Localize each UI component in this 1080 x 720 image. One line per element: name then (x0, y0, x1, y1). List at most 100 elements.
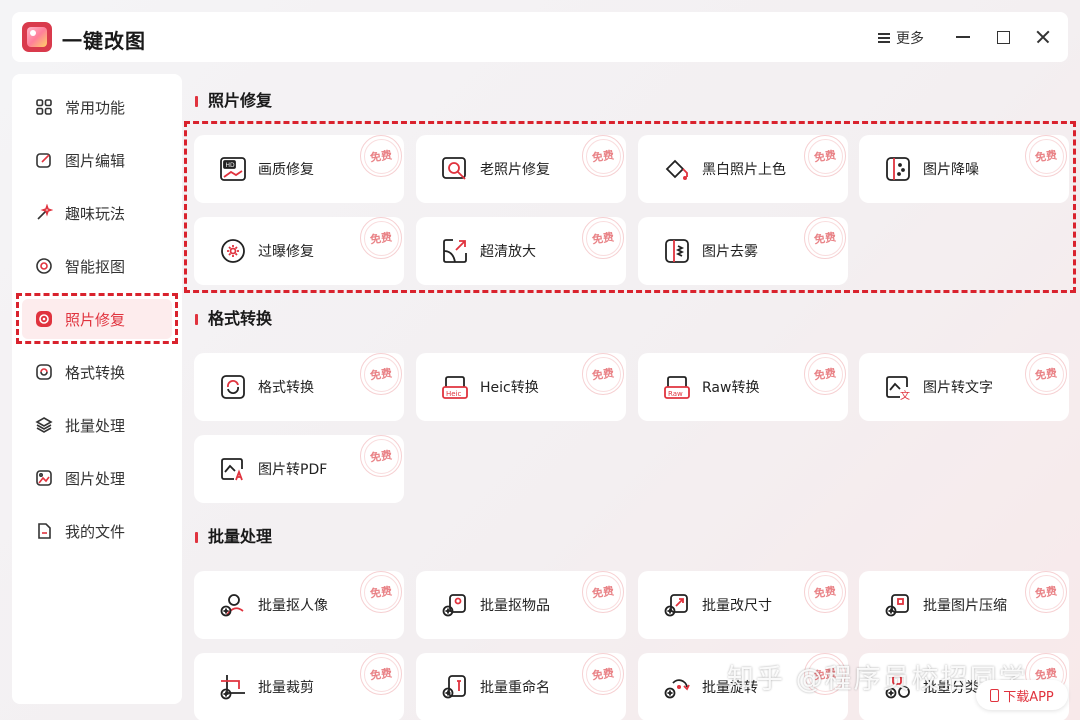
card-batch-crop[interactable]: 批量裁剪 免费 (194, 653, 404, 720)
sidebar-item-edit[interactable]: 图片编辑 (22, 140, 172, 180)
card-label: 黑白照片上色 (702, 162, 786, 178)
download-app-button[interactable]: 下载APP (976, 680, 1068, 710)
app-title: 一键改图 (62, 29, 146, 53)
raw-icon: Raw (662, 372, 692, 402)
sparkle-icon (35, 204, 53, 222)
hd-icon: HD (218, 154, 248, 184)
card-raw-convert[interactable]: Raw Raw转换 免费 (638, 353, 848, 421)
card-batch-object[interactable]: 批量抠物品 免费 (416, 571, 626, 639)
sidebar-item-common[interactable]: 常用功能 (22, 87, 172, 127)
batch-portrait-icon (218, 590, 248, 620)
file-icon (35, 522, 53, 540)
upscale-icon (440, 236, 470, 266)
card-format-convert[interactable]: 格式转换 免费 (194, 353, 404, 421)
card-label: 批量图片压缩 (923, 598, 1007, 614)
sidebar-item-label: 批量处理 (65, 416, 126, 435)
card-label: 画质修复 (258, 162, 314, 178)
free-badge: 免费 (360, 135, 402, 177)
free-badge: 免费 (582, 217, 624, 259)
batch-resize-icon (662, 590, 692, 620)
sidebar-item-fun[interactable]: 趣味玩法 (22, 193, 172, 233)
free-badge: 免费 (360, 435, 402, 477)
sidebar-item-format[interactable]: 格式转换 (22, 352, 172, 392)
free-badge: 免费 (582, 653, 624, 695)
free-badge: 免费 (582, 353, 624, 395)
title-bar: 一键改图 更多 (12, 12, 1068, 62)
sidebar-item-image-process[interactable]: 图片处理 (22, 458, 172, 498)
card-old-photo-repair[interactable]: 老照片修复 免费 (416, 135, 626, 203)
card-label: 老照片修复 (480, 162, 550, 178)
card-label: 超清放大 (480, 244, 536, 260)
card-label: 批量裁剪 (258, 680, 314, 696)
sidebar-item-label: 智能抠图 (65, 257, 126, 276)
card-colorize[interactable]: 黑白照片上色 免费 (638, 135, 848, 203)
sidebar-item-label: 格式转换 (65, 363, 126, 382)
card-label: 图片转PDF (258, 462, 328, 478)
free-badge: 免费 (1025, 571, 1067, 613)
free-badge: 免费 (360, 653, 402, 695)
sidebar-item-label: 图片处理 (65, 469, 126, 488)
card-label: 批量改尺寸 (702, 598, 772, 614)
card-label: 图片转文字 (923, 380, 993, 396)
more-label: 更多 (896, 31, 924, 47)
section-title-format: 格式转换 (195, 308, 272, 330)
card-batch-portrait[interactable]: 批量抠人像 免费 (194, 571, 404, 639)
sidebar-item-label: 趣味玩法 (65, 204, 126, 223)
card-upscale[interactable]: 超清放大 免费 (416, 217, 626, 285)
free-badge: 免费 (360, 217, 402, 259)
sidebar-item-cutout[interactable]: 智能抠图 (22, 246, 172, 286)
free-badge: 免费 (804, 353, 846, 395)
sidebar-item-my-files[interactable]: 我的文件 (22, 511, 172, 551)
free-badge: 免费 (804, 653, 846, 695)
ocr-icon: 文 (883, 372, 913, 402)
layers-icon (35, 416, 53, 434)
heic-icon: Heic (440, 372, 470, 402)
card-heic-convert[interactable]: Heic Heic转换 免费 (416, 353, 626, 421)
repair-icon (35, 310, 53, 328)
denoise-icon (883, 154, 913, 184)
svg-text:Raw: Raw (668, 390, 683, 398)
card-label: 过曝修复 (258, 244, 314, 260)
card-label: 批量重命名 (480, 680, 550, 696)
close-icon[interactable] (1031, 25, 1055, 49)
phone-icon (990, 688, 1000, 702)
svg-text:HD: HD (226, 162, 236, 169)
batch-rename-icon (440, 672, 470, 702)
card-batch-compress[interactable]: 批量图片压缩 免费 (859, 571, 1069, 639)
card-batch-rename[interactable]: 批量重命名 免费 (416, 653, 626, 720)
svg-text:文: 文 (900, 389, 910, 401)
section-title-photo-repair: 照片修复 (195, 90, 272, 112)
free-badge: 免费 (1025, 353, 1067, 395)
sidebar: 常用功能 图片编辑 趣味玩法 智能抠图 照片修复 格式转换 批量处理 图片处理 … (12, 74, 182, 704)
minimize-icon[interactable] (951, 25, 975, 49)
free-badge: 免费 (582, 135, 624, 177)
pdf-icon (218, 454, 248, 484)
card-dehaze[interactable]: 图片去雾 免费 (638, 217, 848, 285)
batch-crop-icon (218, 672, 248, 702)
free-badge: 免费 (360, 353, 402, 395)
sidebar-item-batch[interactable]: 批量处理 (22, 405, 172, 445)
card-batch-resize[interactable]: 批量改尺寸 免费 (638, 571, 848, 639)
card-label: 批量分类 (923, 680, 979, 696)
app-logo-icon (22, 22, 52, 52)
free-badge: 免费 (360, 571, 402, 613)
old-photo-icon (440, 154, 470, 184)
card-label: 批量旋转 (702, 680, 758, 696)
free-badge: 免费 (804, 135, 846, 177)
card-image-to-text[interactable]: 文 图片转文字 免费 (859, 353, 1069, 421)
card-image-to-pdf[interactable]: 图片转PDF 免费 (194, 435, 404, 503)
card-quality-repair[interactable]: HD 画质修复 免费 (194, 135, 404, 203)
grid-icon (35, 98, 53, 116)
sidebar-item-photo-repair[interactable]: 照片修复 (22, 299, 172, 339)
card-batch-rotate[interactable]: 批量旋转 免费 (638, 653, 848, 720)
card-overexposure-repair[interactable]: 过曝修复 免费 (194, 217, 404, 285)
card-denoise[interactable]: 图片降噪 免费 (859, 135, 1069, 203)
card-label: 批量抠人像 (258, 598, 328, 614)
menu-icon (878, 33, 890, 43)
card-label: 图片降噪 (923, 162, 979, 178)
colorize-icon (662, 154, 692, 184)
card-label: 图片去雾 (702, 244, 758, 260)
more-button[interactable]: 更多 (878, 28, 924, 48)
format-convert-icon (218, 372, 248, 402)
maximize-icon[interactable] (991, 25, 1015, 49)
